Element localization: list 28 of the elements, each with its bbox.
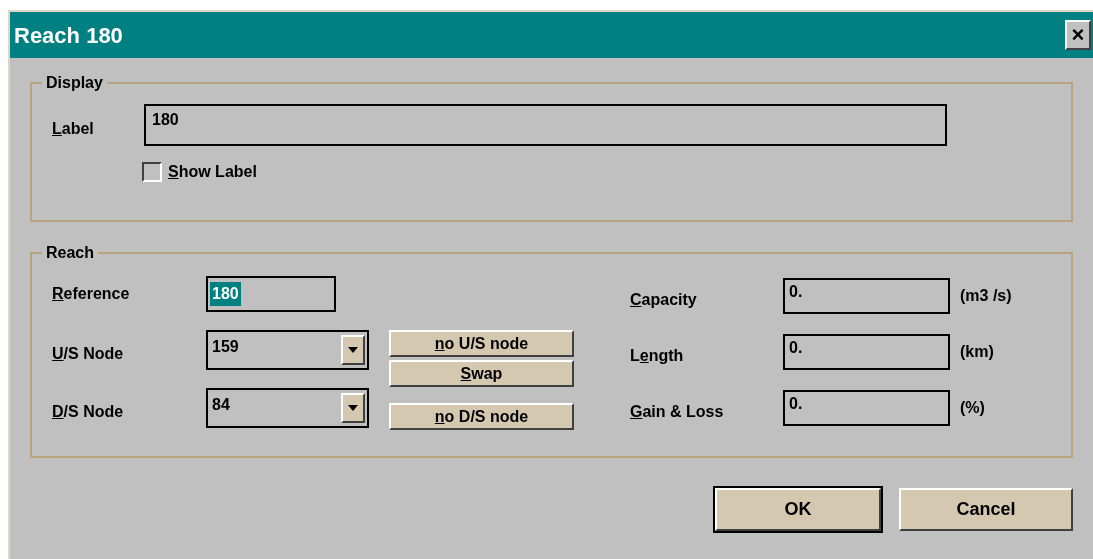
field-label: Label (52, 119, 95, 139)
field-label: Length (630, 346, 685, 366)
checkbox[interactable] (142, 162, 162, 182)
unit-label: (%) (960, 398, 985, 418)
unit-label: (km) (960, 342, 994, 362)
unit-label: (m3 /s) (960, 286, 1012, 306)
field-label: U/S Node (52, 344, 125, 364)
node-button[interactable]: no U/S node (389, 330, 574, 357)
checkbox-label[interactable]: Show Label (168, 160, 257, 184)
label-field[interactable]: 180 (144, 104, 947, 146)
field-label: Reference (52, 284, 131, 304)
node-button[interactable]: Swap (389, 360, 574, 387)
reference-field[interactable]: 180 (206, 276, 336, 312)
dialog-button[interactable]: OK (715, 488, 881, 531)
dialog-button[interactable]: Cancel (899, 488, 1073, 531)
window-title: Reach 180 (14, 21, 123, 50)
field-label: Capacity (630, 290, 698, 310)
field-label: D/S Node (52, 402, 125, 422)
node-dropdown[interactable]: 159 (206, 330, 369, 370)
field-value: 180 (210, 282, 241, 306)
input-field[interactable]: 0. (783, 278, 950, 314)
field-label: Gain & Loss (630, 402, 725, 422)
node-button[interactable]: no D/S node (389, 403, 574, 430)
node-dropdown[interactable]: 84 (206, 388, 369, 428)
input-field[interactable]: 0. (783, 390, 950, 426)
close-button[interactable]: × (1065, 20, 1091, 50)
show-label-checkbox[interactable]: Show Label (142, 160, 1071, 184)
input-field[interactable]: 0. (783, 334, 950, 370)
